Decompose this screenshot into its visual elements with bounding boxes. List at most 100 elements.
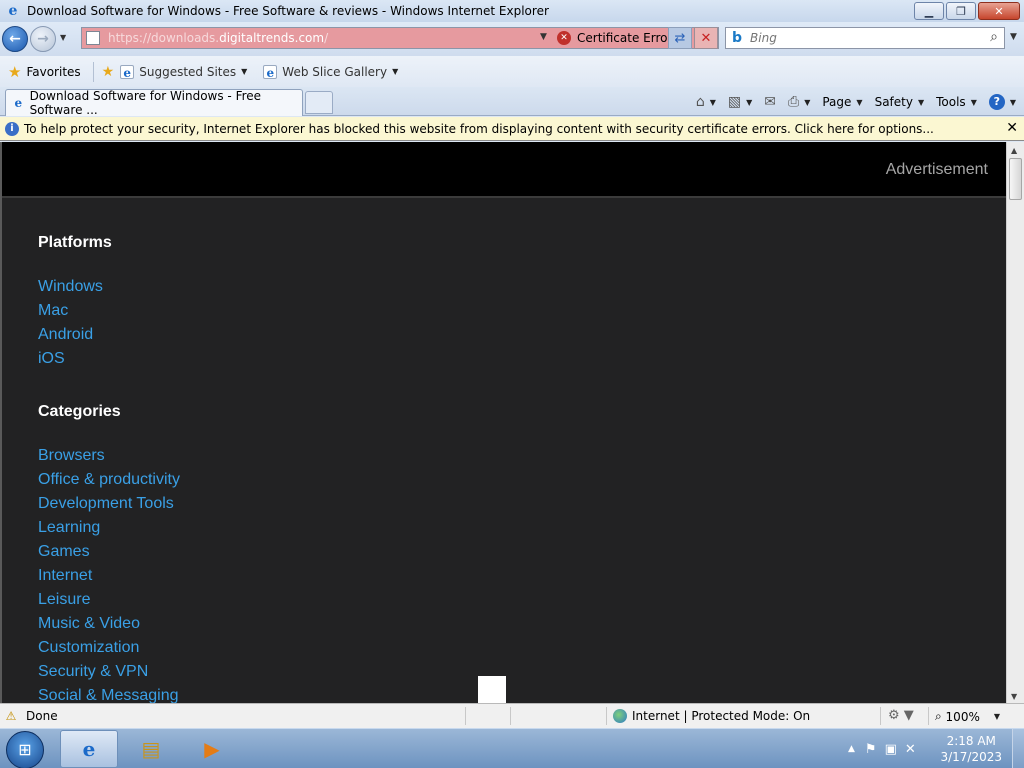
platform-link-android[interactable]: Android — [38, 323, 103, 347]
safety-menu-label: Safety — [874, 95, 913, 109]
read-mail-button[interactable]: ✉ — [764, 94, 776, 110]
certificate-error-label: Certificate Error — [577, 31, 673, 45]
categories-heading: Categories — [38, 403, 121, 420]
chevron-down-icon: ▼ — [993, 712, 1001, 721]
chevron-down-icon: ▼ — [392, 67, 399, 76]
clock[interactable]: 2:18 AM 3/17/2023 — [940, 733, 1002, 765]
refresh-button[interactable]: ⇄ — [668, 27, 692, 49]
page-menu[interactable]: Page ▼ — [822, 95, 862, 109]
safety-menu[interactable]: Safety ▼ — [875, 95, 925, 109]
chevron-down-icon: ▼ — [970, 97, 977, 107]
divider — [465, 707, 466, 725]
ie-app-icon[interactable]: e — [5, 3, 21, 19]
category-link-browsers[interactable]: Browsers — [38, 444, 180, 468]
clock-date: 3/17/2023 — [940, 750, 1002, 764]
help-menu[interactable]: ? ▼ — [988, 94, 1016, 110]
taskbar-internet-explorer[interactable]: e — [60, 730, 118, 768]
status-bar: ⚠ Done Internet | Protected Mode: On ⚙ ▼… — [0, 703, 1024, 728]
status-text: Done — [26, 709, 58, 723]
chevron-down-icon: ▼ — [241, 67, 248, 76]
stop-button[interactable]: ✕ — [694, 27, 718, 49]
platform-link-mac[interactable]: Mac — [38, 299, 103, 323]
help-icon: ? — [988, 94, 1005, 110]
protected-mode-icon[interactable]: ⚙ ▼ — [888, 708, 914, 723]
forward-button[interactable]: → — [30, 26, 56, 52]
scroll-down-arrow-icon[interactable]: ▼ — [1011, 692, 1017, 701]
recent-pages-dropdown[interactable]: ▼ — [60, 33, 66, 42]
window-controls: ▁ ❐ ✕ — [914, 2, 1020, 20]
category-link-internet[interactable]: Internet — [38, 564, 180, 588]
show-desktop-button[interactable] — [1012, 729, 1024, 768]
platform-link-windows[interactable]: Windows — [38, 275, 103, 299]
start-button[interactable]: ⊞ — [6, 731, 44, 768]
scroll-up-arrow-icon[interactable]: ▲ — [1011, 146, 1017, 155]
category-link-learning[interactable]: Learning — [38, 516, 180, 540]
tools-menu-label: Tools — [936, 95, 966, 109]
new-tab-button[interactable] — [305, 91, 333, 114]
chevron-down-icon: ▼ — [1009, 97, 1016, 107]
page-menu-label: Page — [822, 95, 852, 109]
flag-icon[interactable]: ⚑ — [865, 742, 877, 757]
feeds-button[interactable]: ▧ ▼ — [728, 94, 752, 110]
category-link-games[interactable]: Games — [38, 540, 180, 564]
floating-widget[interactable] — [478, 676, 506, 703]
globe-icon — [613, 709, 627, 723]
chevron-down-icon: ▼ — [709, 97, 716, 107]
security-zone[interactable]: Internet | Protected Mode: On — [613, 709, 810, 723]
close-button[interactable]: ✕ — [978, 2, 1020, 20]
print-button[interactable]: ⎙ ▼ — [788, 94, 810, 110]
category-link-office-productivity[interactable]: Office & productivity — [38, 468, 180, 492]
address-bar[interactable]: https://downloads.digitaltrends.com/ ▼ ✕… — [81, 27, 719, 49]
back-button[interactable]: ← — [2, 26, 28, 52]
category-link-customization[interactable]: Customization — [38, 636, 180, 660]
taskbar-media-player[interactable]: ▶ — [183, 730, 241, 768]
category-link-development-tools[interactable]: Development Tools — [38, 492, 180, 516]
command-bar: ⌂ ▼ ▧ ▼ ✉ ⎙ ▼ Page ▼ Safety ▼ Tools ▼ ? ▼ — [684, 91, 1016, 113]
vertical-scrollbar[interactable]: ▲ ▼ — [1006, 142, 1024, 703]
favorites-button[interactable]: ★ Favorites — [8, 63, 81, 81]
divider — [880, 707, 881, 725]
chevron-down-icon: ▼ — [746, 97, 753, 107]
volume-muted-icon[interactable]: ✕ — [905, 742, 916, 757]
tools-menu[interactable]: Tools ▼ — [936, 95, 977, 109]
home-button[interactable]: ⌂ ▼ — [696, 94, 716, 110]
web-slice-gallery-link[interactable]: e Web Slice Gallery ▼ — [263, 64, 399, 80]
restore-button[interactable]: ❐ — [946, 2, 976, 20]
chevron-down-icon: ▼ — [856, 97, 863, 107]
security-zone-label: Internet | Protected Mode: On — [632, 709, 811, 723]
category-link-leisure[interactable]: Leisure — [38, 588, 180, 612]
mail-icon: ✉ — [764, 94, 776, 110]
taskbar-windows-explorer[interactable]: ▤ — [122, 730, 180, 768]
category-link-social-messaging[interactable]: Social & Messaging — [38, 684, 180, 703]
zoom-control[interactable]: ⌕ 100% ▼ — [935, 709, 1000, 724]
category-link-security-vpn[interactable]: Security & VPN — [38, 660, 180, 684]
search-box[interactable]: b ⌕ — [725, 27, 1005, 49]
category-link-music-video[interactable]: Music & Video — [38, 612, 180, 636]
security-info-bar[interactable]: i To help protect your security, Interne… — [0, 117, 1024, 141]
add-to-favorites-icon[interactable]: ★ — [102, 64, 115, 80]
star-icon: ★ — [8, 62, 22, 81]
suggested-sites-label: Suggested Sites — [139, 64, 237, 79]
search-options-dropdown[interactable]: ▼ — [1010, 32, 1017, 42]
certificate-error-icon: ✕ — [557, 31, 571, 45]
info-bar-message[interactable]: To help protect your security, Internet … — [24, 122, 934, 136]
home-icon: ⌂ — [695, 94, 705, 110]
scrollbar-thumb[interactable] — [1009, 158, 1022, 200]
bing-icon: b — [732, 30, 743, 46]
tab-active[interactable]: e Download Software for Windows - Free S… — [5, 89, 303, 117]
show-hidden-icons-icon[interactable]: ▲ — [848, 744, 855, 754]
platform-link-ios[interactable]: iOS — [38, 347, 103, 371]
shield-icon: i — [5, 121, 19, 136]
certificate-error-button[interactable]: ✕ Certificate Error — [557, 28, 672, 48]
search-input[interactable] — [750, 31, 971, 45]
printer-icon: ⎙ — [788, 94, 800, 110]
info-bar-close-button[interactable]: ✕ — [1006, 120, 1018, 136]
address-dropdown-icon[interactable]: ▼ — [540, 32, 547, 42]
search-icon[interactable]: ⌕ — [990, 29, 998, 45]
chevron-down-icon: ▼ — [804, 97, 811, 107]
network-icon[interactable]: ▣ — [885, 742, 897, 757]
minimize-button[interactable]: ▁ — [914, 2, 944, 20]
title-bar: e Download Software for Windows - Free S… — [0, 0, 1024, 22]
address-url[interactable]: https://downloads.digitaltrends.com/ — [108, 31, 328, 45]
suggested-sites-link[interactable]: e Suggested Sites ▼ — [120, 64, 248, 80]
